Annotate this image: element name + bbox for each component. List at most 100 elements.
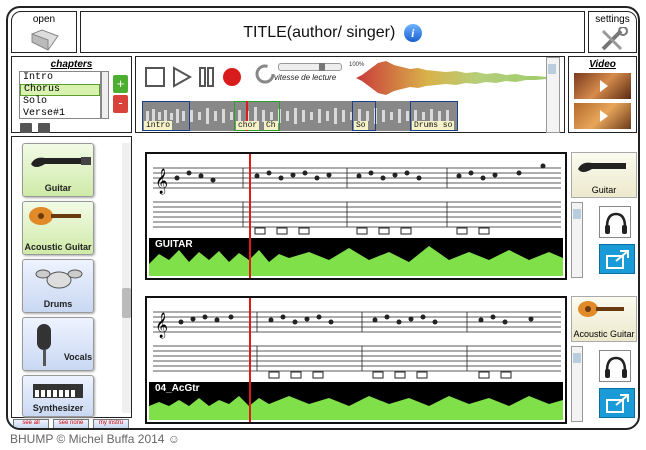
play-video-icon (600, 80, 608, 92)
microphone-icon (37, 324, 51, 366)
instrument-vocals-button[interactable]: Vocals (22, 317, 94, 371)
transport-controls (145, 66, 241, 88)
solo-headphones-button[interactable] (599, 350, 631, 382)
chapters-title: chapters (50, 59, 93, 70)
chapter-item[interactable]: Solo (20, 96, 100, 108)
headphones-icon (605, 356, 627, 378)
song-title: TITLE(author/ singer) i (81, 24, 584, 42)
track-volume-thumb[interactable] (573, 353, 581, 363)
master-waveform[interactable] (356, 59, 560, 97)
solo-headphones-button[interactable] (599, 206, 631, 238)
timeline-overview[interactable]: intro chor Ch So Drums so (142, 101, 458, 131)
my-instru-button[interactable]: my instru (93, 419, 129, 428)
next-chapter-button[interactable] (38, 123, 50, 133)
instrument-acoustic-guitar-button[interactable]: Acoustic Guitar (22, 201, 94, 255)
chapters-list[interactable]: Intro Chorus Solo Verse#1 (19, 71, 101, 119)
info-icon[interactable]: i (403, 24, 422, 42)
track-acoustic-guitar[interactable]: 𝄞 04_AcGtr (145, 296, 567, 424)
speed-label: vitesse de lecture (274, 73, 337, 82)
open-folder-icon (31, 29, 59, 51)
drums-icon (35, 269, 83, 289)
playback-cursor[interactable] (249, 298, 251, 422)
previous-chapter-button[interactable] (20, 123, 32, 133)
video-panel: Video (568, 56, 637, 133)
settings-button[interactable]: settings (588, 11, 637, 53)
video-thumbnail[interactable] (574, 103, 631, 129)
chapter-item-selected[interactable]: Chorus (20, 84, 100, 96)
chapter-item[interactable]: Verse#1 (20, 108, 100, 118)
track-guitar[interactable]: 𝄞 GUITAR (145, 152, 567, 280)
video-title: Video (589, 59, 616, 70)
play-icon (173, 66, 193, 88)
open-button[interactable]: open (11, 11, 77, 53)
track-volume-slider[interactable] (571, 346, 583, 422)
waveform-shape (149, 396, 563, 420)
instruments-panel: Guitar Acoustic Guitar Drums Vocals Synt… (11, 136, 132, 418)
popout-button[interactable] (599, 244, 635, 274)
master-volume-thumb[interactable] (548, 64, 556, 74)
settings-label: settings (595, 14, 630, 25)
overview-label: Drums so (412, 121, 455, 130)
chapter-item[interactable]: Intro (20, 72, 100, 84)
open-label: open (32, 14, 56, 25)
app-frame: open TITLE(author/ singer) i settings ch… (6, 6, 640, 430)
electric-guitar-icon (578, 162, 626, 172)
transport-panel: 100% vitesse de lecture intro chor Ch So… (135, 56, 565, 133)
settings-tools-icon (601, 27, 628, 51)
remove-chapter-button[interactable]: - (113, 95, 128, 113)
see-all-button[interactable]: see all (13, 419, 49, 428)
instrument-filter-buttons: see all see none my instru (11, 419, 132, 428)
track-volume-slider[interactable] (571, 202, 583, 278)
see-none-button[interactable]: see none (53, 419, 89, 428)
video-thumbnail[interactable] (574, 73, 631, 99)
svg-text:𝄞: 𝄞 (155, 168, 168, 194)
play-video-icon (600, 110, 608, 122)
song-title-text: TITLE(author/ singer) (243, 24, 396, 42)
track-instrument-label: Acoustic Guitar (573, 329, 635, 339)
instrument-label: Synthesizer (32, 403, 84, 413)
track-instrument-button[interactable]: Acoustic Guitar (571, 296, 637, 342)
title-bar: TITLE(author/ singer) i (80, 11, 585, 53)
overview-label: intro (144, 121, 173, 130)
electric-guitar-icon (31, 157, 91, 167)
instrument-synthesizer-button[interactable]: Synthesizer (22, 375, 94, 417)
speed-slider[interactable]: 100% (278, 62, 364, 71)
track-waveform[interactable]: 04_AcGtr (149, 382, 563, 420)
add-chapter-button[interactable]: + (113, 75, 128, 93)
pause-icon (199, 67, 206, 87)
overview-label: Ch (264, 121, 278, 130)
acoustic-guitar-icon (29, 207, 81, 225)
tablature-score: 𝄞 (153, 311, 561, 379)
overview-label: So (354, 121, 368, 130)
instrument-label: Vocals (63, 352, 93, 362)
record-icon (223, 68, 241, 86)
chapters-panel: chapters Intro Chorus Solo Verse#1 + - (11, 56, 132, 133)
instrument-label: Guitar (44, 183, 72, 193)
instruments-scrollbar-thumb[interactable] (122, 288, 131, 318)
master-volume-slider[interactable] (546, 57, 560, 133)
tablature-score: 𝄞 (153, 163, 561, 235)
acoustic-guitar-icon (578, 301, 624, 317)
loop-icon[interactable] (254, 63, 276, 85)
playback-cursor[interactable] (249, 154, 251, 278)
track-waveform[interactable]: GUITAR (149, 238, 563, 276)
instrument-guitar-button[interactable]: Guitar (22, 143, 94, 197)
chapters-scrollbar[interactable] (101, 71, 109, 119)
track-instrument-button[interactable]: Guitar (571, 152, 637, 198)
overview-label: chor (236, 121, 260, 130)
headphones-icon (605, 212, 627, 234)
track-volume-thumb[interactable] (573, 209, 581, 219)
instrument-drums-button[interactable]: Drums (22, 259, 94, 313)
popout-icon (606, 250, 629, 269)
svg-text:𝄞: 𝄞 (155, 312, 168, 338)
stop-icon (145, 67, 165, 87)
popout-button[interactable] (599, 388, 635, 418)
track-waveform-label: GUITAR (155, 239, 193, 250)
instruments-scrollbar[interactable] (122, 143, 131, 413)
waveform-shape (149, 246, 563, 276)
track-waveform-label: 04_AcGtr (155, 383, 200, 394)
instrument-label: Acoustic Guitar (24, 242, 92, 252)
speed-slider-thumb[interactable] (319, 63, 325, 71)
footer-credits: BHUMP © Michel Buffa 2014 ☺ (10, 432, 181, 446)
keyboard-icon (33, 384, 83, 398)
